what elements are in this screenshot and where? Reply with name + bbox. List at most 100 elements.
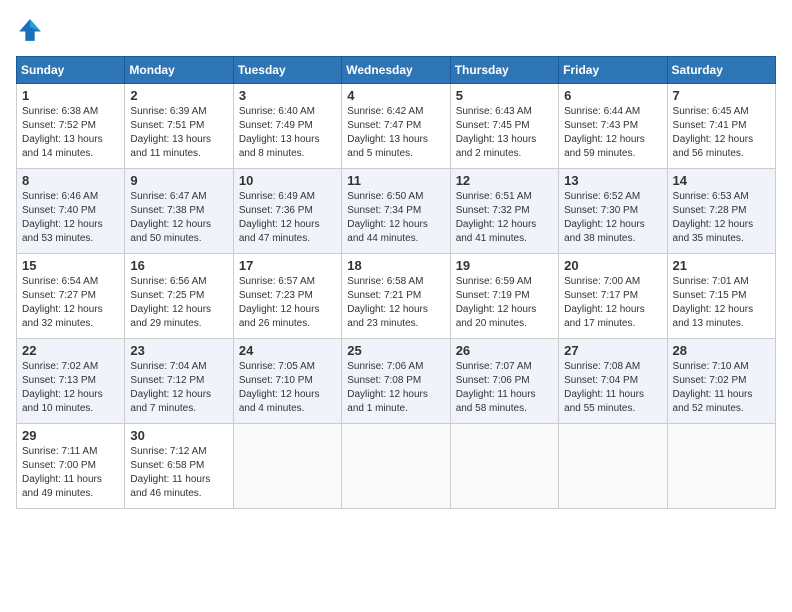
calendar-day-cell: 29 Sunrise: 7:11 AM Sunset: 7:00 PM Dayl… bbox=[17, 424, 125, 509]
calendar-table: SundayMondayTuesdayWednesdayThursdayFrid… bbox=[16, 56, 776, 509]
day-info: Sunrise: 6:52 AM Sunset: 7:30 PM Dayligh… bbox=[564, 190, 661, 246]
day-info: Sunrise: 6:40 AM Sunset: 7:49 PM Dayligh… bbox=[239, 105, 336, 161]
calendar-day-cell bbox=[233, 424, 341, 509]
calendar-day-cell: 4 Sunrise: 6:42 AM Sunset: 7:47 PM Dayli… bbox=[342, 84, 450, 169]
day-info: Sunrise: 6:58 AM Sunset: 7:21 PM Dayligh… bbox=[347, 275, 444, 331]
day-info: Sunrise: 7:12 AM Sunset: 6:58 PM Dayligh… bbox=[130, 445, 227, 501]
day-info: Sunrise: 6:49 AM Sunset: 7:36 PM Dayligh… bbox=[239, 190, 336, 246]
calendar-day-cell: 20 Sunrise: 7:00 AM Sunset: 7:17 PM Dayl… bbox=[559, 254, 667, 339]
day-number: 14 bbox=[673, 173, 770, 188]
logo-icon bbox=[16, 16, 44, 44]
day-number: 20 bbox=[564, 258, 661, 273]
day-number: 9 bbox=[130, 173, 227, 188]
day-number: 17 bbox=[239, 258, 336, 273]
calendar-day-cell: 27 Sunrise: 7:08 AM Sunset: 7:04 PM Dayl… bbox=[559, 339, 667, 424]
day-number: 18 bbox=[347, 258, 444, 273]
calendar-day-cell: 9 Sunrise: 6:47 AM Sunset: 7:38 PM Dayli… bbox=[125, 169, 233, 254]
day-number: 24 bbox=[239, 343, 336, 358]
day-number: 4 bbox=[347, 88, 444, 103]
day-info: Sunrise: 7:10 AM Sunset: 7:02 PM Dayligh… bbox=[673, 360, 770, 416]
day-info: Sunrise: 6:54 AM Sunset: 7:27 PM Dayligh… bbox=[22, 275, 119, 331]
day-info: Sunrise: 7:01 AM Sunset: 7:15 PM Dayligh… bbox=[673, 275, 770, 331]
day-number: 28 bbox=[673, 343, 770, 358]
day-number: 11 bbox=[347, 173, 444, 188]
calendar-day-cell: 16 Sunrise: 6:56 AM Sunset: 7:25 PM Dayl… bbox=[125, 254, 233, 339]
weekday-header: Sunday bbox=[17, 57, 125, 84]
day-number: 3 bbox=[239, 88, 336, 103]
calendar-day-cell: 28 Sunrise: 7:10 AM Sunset: 7:02 PM Dayl… bbox=[667, 339, 775, 424]
day-number: 23 bbox=[130, 343, 227, 358]
day-info: Sunrise: 7:04 AM Sunset: 7:12 PM Dayligh… bbox=[130, 360, 227, 416]
calendar-day-cell: 18 Sunrise: 6:58 AM Sunset: 7:21 PM Dayl… bbox=[342, 254, 450, 339]
calendar-day-cell: 17 Sunrise: 6:57 AM Sunset: 7:23 PM Dayl… bbox=[233, 254, 341, 339]
calendar-day-cell: 3 Sunrise: 6:40 AM Sunset: 7:49 PM Dayli… bbox=[233, 84, 341, 169]
calendar-day-cell: 24 Sunrise: 7:05 AM Sunset: 7:10 PM Dayl… bbox=[233, 339, 341, 424]
logo bbox=[16, 16, 48, 44]
calendar-day-cell bbox=[667, 424, 775, 509]
calendar-day-cell: 2 Sunrise: 6:39 AM Sunset: 7:51 PM Dayli… bbox=[125, 84, 233, 169]
calendar-day-cell: 6 Sunrise: 6:44 AM Sunset: 7:43 PM Dayli… bbox=[559, 84, 667, 169]
calendar-day-cell: 1 Sunrise: 6:38 AM Sunset: 7:52 PM Dayli… bbox=[17, 84, 125, 169]
day-number: 26 bbox=[456, 343, 553, 358]
day-info: Sunrise: 6:45 AM Sunset: 7:41 PM Dayligh… bbox=[673, 105, 770, 161]
calendar-day-cell: 21 Sunrise: 7:01 AM Sunset: 7:15 PM Dayl… bbox=[667, 254, 775, 339]
calendar-day-cell: 23 Sunrise: 7:04 AM Sunset: 7:12 PM Dayl… bbox=[125, 339, 233, 424]
day-number: 6 bbox=[564, 88, 661, 103]
calendar-week-row: 15 Sunrise: 6:54 AM Sunset: 7:27 PM Dayl… bbox=[17, 254, 776, 339]
weekday-header: Monday bbox=[125, 57, 233, 84]
day-number: 13 bbox=[564, 173, 661, 188]
calendar-day-cell: 25 Sunrise: 7:06 AM Sunset: 7:08 PM Dayl… bbox=[342, 339, 450, 424]
day-number: 21 bbox=[673, 258, 770, 273]
day-info: Sunrise: 6:56 AM Sunset: 7:25 PM Dayligh… bbox=[130, 275, 227, 331]
day-info: Sunrise: 6:43 AM Sunset: 7:45 PM Dayligh… bbox=[456, 105, 553, 161]
day-number: 29 bbox=[22, 428, 119, 443]
day-number: 12 bbox=[456, 173, 553, 188]
day-number: 1 bbox=[22, 88, 119, 103]
day-info: Sunrise: 6:39 AM Sunset: 7:51 PM Dayligh… bbox=[130, 105, 227, 161]
day-info: Sunrise: 6:44 AM Sunset: 7:43 PM Dayligh… bbox=[564, 105, 661, 161]
weekday-header: Saturday bbox=[667, 57, 775, 84]
day-number: 25 bbox=[347, 343, 444, 358]
calendar-day-cell: 22 Sunrise: 7:02 AM Sunset: 7:13 PM Dayl… bbox=[17, 339, 125, 424]
day-info: Sunrise: 6:50 AM Sunset: 7:34 PM Dayligh… bbox=[347, 190, 444, 246]
calendar-week-row: 29 Sunrise: 7:11 AM Sunset: 7:00 PM Dayl… bbox=[17, 424, 776, 509]
day-info: Sunrise: 7:05 AM Sunset: 7:10 PM Dayligh… bbox=[239, 360, 336, 416]
calendar-day-cell bbox=[450, 424, 558, 509]
day-info: Sunrise: 6:46 AM Sunset: 7:40 PM Dayligh… bbox=[22, 190, 119, 246]
day-number: 8 bbox=[22, 173, 119, 188]
day-number: 10 bbox=[239, 173, 336, 188]
calendar-day-cell bbox=[559, 424, 667, 509]
day-info: Sunrise: 7:00 AM Sunset: 7:17 PM Dayligh… bbox=[564, 275, 661, 331]
day-number: 15 bbox=[22, 258, 119, 273]
day-number: 30 bbox=[130, 428, 227, 443]
day-info: Sunrise: 7:07 AM Sunset: 7:06 PM Dayligh… bbox=[456, 360, 553, 416]
calendar-day-cell: 13 Sunrise: 6:52 AM Sunset: 7:30 PM Dayl… bbox=[559, 169, 667, 254]
weekday-header: Thursday bbox=[450, 57, 558, 84]
day-number: 19 bbox=[456, 258, 553, 273]
day-info: Sunrise: 6:59 AM Sunset: 7:19 PM Dayligh… bbox=[456, 275, 553, 331]
calendar-week-row: 1 Sunrise: 6:38 AM Sunset: 7:52 PM Dayli… bbox=[17, 84, 776, 169]
weekday-header: Wednesday bbox=[342, 57, 450, 84]
day-info: Sunrise: 6:42 AM Sunset: 7:47 PM Dayligh… bbox=[347, 105, 444, 161]
day-info: Sunrise: 6:47 AM Sunset: 7:38 PM Dayligh… bbox=[130, 190, 227, 246]
day-info: Sunrise: 7:02 AM Sunset: 7:13 PM Dayligh… bbox=[22, 360, 119, 416]
calendar-day-cell bbox=[342, 424, 450, 509]
calendar-header-row: SundayMondayTuesdayWednesdayThursdayFrid… bbox=[17, 57, 776, 84]
day-info: Sunrise: 7:08 AM Sunset: 7:04 PM Dayligh… bbox=[564, 360, 661, 416]
day-number: 22 bbox=[22, 343, 119, 358]
day-number: 27 bbox=[564, 343, 661, 358]
day-info: Sunrise: 7:06 AM Sunset: 7:08 PM Dayligh… bbox=[347, 360, 444, 416]
calendar-day-cell: 15 Sunrise: 6:54 AM Sunset: 7:27 PM Dayl… bbox=[17, 254, 125, 339]
calendar-day-cell: 5 Sunrise: 6:43 AM Sunset: 7:45 PM Dayli… bbox=[450, 84, 558, 169]
day-number: 2 bbox=[130, 88, 227, 103]
calendar-day-cell: 11 Sunrise: 6:50 AM Sunset: 7:34 PM Dayl… bbox=[342, 169, 450, 254]
calendar-week-row: 8 Sunrise: 6:46 AM Sunset: 7:40 PM Dayli… bbox=[17, 169, 776, 254]
calendar-day-cell: 26 Sunrise: 7:07 AM Sunset: 7:06 PM Dayl… bbox=[450, 339, 558, 424]
day-info: Sunrise: 6:53 AM Sunset: 7:28 PM Dayligh… bbox=[673, 190, 770, 246]
day-number: 16 bbox=[130, 258, 227, 273]
calendar-day-cell: 7 Sunrise: 6:45 AM Sunset: 7:41 PM Dayli… bbox=[667, 84, 775, 169]
calendar-day-cell: 30 Sunrise: 7:12 AM Sunset: 6:58 PM Dayl… bbox=[125, 424, 233, 509]
calendar-day-cell: 19 Sunrise: 6:59 AM Sunset: 7:19 PM Dayl… bbox=[450, 254, 558, 339]
weekday-header: Friday bbox=[559, 57, 667, 84]
weekday-header: Tuesday bbox=[233, 57, 341, 84]
